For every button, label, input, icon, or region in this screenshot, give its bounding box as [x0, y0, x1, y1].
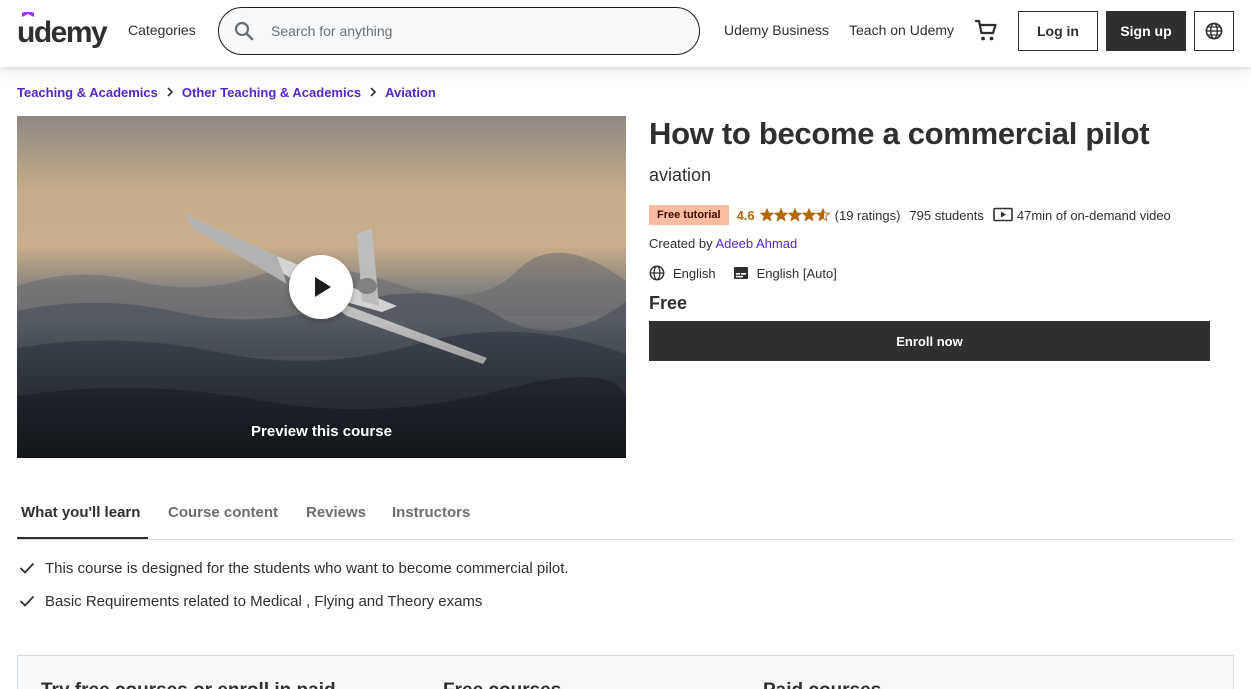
search-bar[interactable]: [218, 7, 700, 55]
login-button[interactable]: Log in: [1018, 11, 1098, 51]
panel-heading: Try free courses or enroll in paid: [41, 680, 336, 689]
checkmark-icon: [19, 560, 35, 576]
star-icon: [773, 208, 788, 222]
breadcrumb-other-teaching-academics[interactable]: Other Teaching & Academics: [182, 85, 361, 100]
breadcrumb-aviation[interactable]: Aviation: [385, 85, 436, 100]
course-language: English: [673, 265, 716, 281]
star-icon: [801, 208, 816, 222]
globe-icon: [649, 265, 665, 281]
course-captions: English [Auto]: [756, 265, 837, 281]
free-tutorial-badge: Free tutorial: [649, 205, 729, 225]
rating-stars: [759, 208, 830, 222]
tab-what-youll-learn[interactable]: What you'll learn: [21, 504, 140, 521]
play-button[interactable]: [289, 255, 353, 319]
star-icon: [759, 208, 774, 222]
language-row: English English [Auto]: [649, 264, 837, 282]
search-icon[interactable]: [234, 21, 254, 41]
tab-instructors[interactable]: Instructors: [392, 504, 470, 521]
signup-button[interactable]: Sign up: [1106, 11, 1186, 51]
search-input[interactable]: [271, 20, 671, 42]
created-by-label: Created by: [649, 236, 713, 251]
chevron-right-icon: [361, 83, 385, 101]
free-courses-heading: Free courses: [443, 680, 561, 689]
tab-reviews[interactable]: Reviews: [306, 504, 366, 521]
video-duration: 47min of on-demand video: [1016, 207, 1171, 223]
udemy-business-link[interactable]: Udemy Business: [724, 22, 829, 38]
site-header: udemy Categories Udemy Business Teach on…: [0, 0, 1251, 67]
learn-item-text: This course is designed for the students…: [45, 559, 569, 577]
teach-on-udemy-link[interactable]: Teach on Udemy: [849, 22, 954, 38]
breadcrumb: Teaching & Academics Other Teaching & Ac…: [17, 83, 436, 101]
paid-courses-heading: Paid courses: [763, 680, 881, 689]
checkmark-icon: [19, 593, 35, 609]
free-vs-paid-panel: Try free courses or enroll in paid Free …: [17, 655, 1234, 689]
globe-icon: [1205, 22, 1223, 40]
learn-item-text: Basic Requirements related to Medical , …: [45, 592, 483, 610]
star-icon: [787, 208, 802, 222]
preview-course-label[interactable]: Preview this course: [17, 423, 626, 440]
video-icon: [993, 207, 1013, 223]
author-link[interactable]: Adeeb Ahmad: [716, 236, 798, 251]
students-count: 795 students: [909, 207, 984, 223]
course-price: Free: [649, 293, 688, 313]
tab-course-content[interactable]: Course content: [168, 504, 278, 521]
course-tabs: What you'll learn Course content Reviews…: [17, 496, 1234, 540]
course-subtitle: aviation: [649, 165, 712, 185]
ratings-count[interactable]: (19 ratings): [835, 208, 901, 223]
course-meta: Free tutorial 4.6 (19 ratings) 795 stude…: [649, 204, 1171, 226]
course-preview[interactable]: Preview this course: [17, 116, 626, 458]
language-button[interactable]: [1194, 11, 1234, 51]
chevron-right-icon: [158, 83, 182, 101]
categories-link[interactable]: Categories: [128, 22, 196, 38]
udemy-logo[interactable]: udemy: [17, 10, 110, 49]
active-tab-indicator: [17, 537, 148, 539]
learn-item: Basic Requirements related to Medical , …: [19, 591, 482, 611]
breadcrumb-teaching-academics[interactable]: Teaching & Academics: [17, 85, 158, 100]
created-by: Created by Adeeb Ahmad: [649, 236, 797, 251]
rating-value: 4.6: [736, 207, 755, 223]
course-title: How to become a commercial pilot: [649, 116, 1150, 151]
star-icon: [815, 208, 830, 222]
cart-icon[interactable]: [974, 19, 998, 43]
captions-icon: [733, 266, 749, 280]
svg-text:udemy: udemy: [17, 16, 108, 48]
play-icon: [315, 277, 331, 297]
learn-item: This course is designed for the students…: [19, 558, 569, 578]
enroll-now-button[interactable]: Enroll now: [649, 321, 1210, 361]
